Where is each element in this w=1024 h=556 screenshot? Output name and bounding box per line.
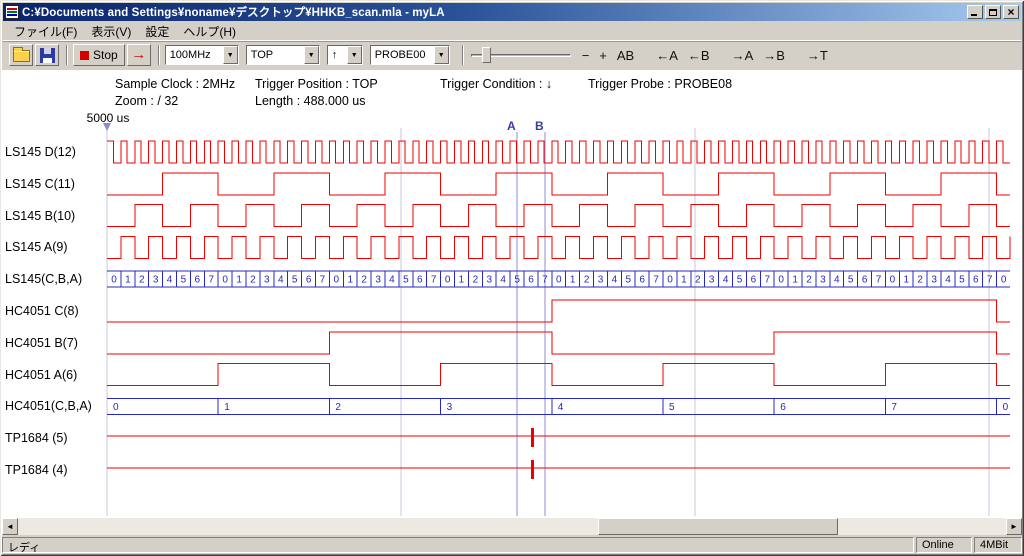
status-bar: レディ Online 4MBit	[2, 537, 1022, 553]
channel-label-hc4051-c[interactable]: HC4051 C(8)	[5, 303, 104, 319]
sample-rate-select[interactable]: 100MHz ▼	[165, 45, 239, 65]
open-file-button[interactable]	[9, 44, 33, 66]
menu-settings[interactable]: 設定	[138, 22, 176, 41]
status-memory-badge: 4MBit	[974, 537, 1022, 553]
channel-label-ls145-b[interactable]: LS145 B(10)	[5, 208, 104, 224]
trigger-edge-select[interactable]: ↑ ▼	[327, 45, 363, 65]
trigger-position-value: TOP	[247, 49, 304, 61]
trigger-probe-info: Trigger Probe : PROBE08	[588, 77, 732, 91]
goto-trigger-button[interactable]: →T	[802, 46, 833, 65]
channel-label-ls145-c[interactable]: LS145 C(11)	[5, 176, 104, 192]
chevron-down-icon[interactable]: ▼	[304, 46, 319, 64]
menu-bar: ファイル(F) 表示(V) 設定 ヘルプ(H)	[3, 22, 1021, 40]
channel-label-ls145-d[interactable]: LS145 D(12)	[5, 144, 104, 160]
run-button[interactable]: →	[127, 44, 151, 66]
toolbar: Stop → 100MHz ▼ TOP ▼ ↑ ▼ PROBE00 ▼ − + …	[3, 40, 1021, 69]
sample-rate-value: 100MHz	[166, 49, 223, 61]
toolbar-separator	[158, 45, 160, 65]
time-scale-label: 5000 us	[82, 111, 134, 125]
maximize-icon	[989, 9, 997, 16]
channel-label-tp1684-4[interactable]: TP1684 (4)	[5, 462, 104, 478]
save-floppy-icon	[40, 48, 55, 63]
channel-label-hc4051-bus[interactable]: HC4051(C,B,A)	[5, 398, 104, 414]
channel-label-ls145-a[interactable]: LS145 A(9)	[5, 239, 104, 255]
status-ready-text: レディ	[2, 537, 914, 553]
chevron-down-icon[interactable]: ▼	[434, 46, 449, 64]
chevron-down-icon[interactable]: ▼	[223, 46, 238, 64]
trigger-position-info: Trigger Position : TOP	[255, 77, 378, 91]
zoom-slider[interactable]	[471, 45, 571, 65]
minimize-button[interactable]	[967, 5, 983, 19]
title-bar[interactable]: C:¥Documents and Settings¥noname¥デスクトップ¥…	[3, 3, 1021, 21]
zoom-info: Zoom : / 32	[115, 94, 178, 108]
app-icon	[5, 5, 19, 19]
maximize-button[interactable]	[985, 5, 1001, 19]
channel-label-hc4051-a[interactable]: HC4051 A(6)	[5, 367, 104, 383]
run-arrow-icon: →	[131, 48, 146, 62]
scrollbar-thumb[interactable]	[598, 518, 838, 535]
channel-label-tp1684-5[interactable]: TP1684 (5)	[5, 430, 104, 446]
toolbar-separator	[66, 45, 68, 65]
zoom-out-button[interactable]: −	[577, 46, 595, 65]
menu-help[interactable]: ヘルプ(H)	[176, 22, 243, 41]
trigger-edge-value: ↑	[328, 49, 347, 61]
stop-icon	[80, 51, 89, 60]
sample-clock-info: Sample Clock : 2MHz	[115, 77, 235, 91]
save-button[interactable]	[35, 44, 59, 66]
menu-file[interactable]: ファイル(F)	[7, 22, 84, 41]
scroll-right-button[interactable]: ►	[1006, 518, 1022, 535]
trigger-condition-info: Trigger Condition : ↓	[440, 77, 552, 91]
marker-a-right-button[interactable]: →A	[727, 46, 759, 65]
zoom-in-button[interactable]: +	[594, 46, 612, 65]
status-online-badge: Online	[916, 537, 972, 553]
probe-value: PROBE00	[371, 49, 434, 61]
probe-select[interactable]: PROBE00 ▼	[370, 45, 450, 65]
scroll-left-icon: ◄	[6, 522, 14, 531]
menu-view[interactable]: 表示(V)	[84, 22, 138, 41]
chevron-down-icon[interactable]: ▼	[347, 46, 362, 64]
scroll-left-button[interactable]: ◄	[2, 518, 18, 535]
scroll-right-icon: ►	[1010, 522, 1018, 531]
marker-a-left-button[interactable]: ←A	[651, 46, 683, 65]
waveform-plot-area[interactable]	[2, 70, 1022, 518]
length-info: Length : 488.000 us	[255, 94, 366, 108]
trigger-position-select[interactable]: TOP ▼	[246, 45, 320, 65]
app-window: C:¥Documents and Settings¥noname¥デスクトップ¥…	[0, 0, 1024, 556]
marker-b-left-button[interactable]: ←B	[683, 46, 715, 65]
channel-label-hc4051-b[interactable]: HC4051 B(7)	[5, 335, 104, 351]
marker-b-right-button[interactable]: →B	[758, 46, 790, 65]
open-folder-icon	[13, 50, 30, 62]
toolbar-separator	[462, 45, 464, 65]
horizontal-scrollbar[interactable]: ◄ ►	[2, 518, 1022, 535]
stop-button[interactable]: Stop	[73, 44, 125, 66]
channel-label-ls145-bus[interactable]: LS145(C,B,A)	[5, 271, 104, 287]
ab-span-button[interactable]: AB	[612, 46, 639, 65]
zoom-slider-thumb[interactable]	[482, 47, 491, 63]
close-icon: ×	[1007, 7, 1014, 17]
window-title: C:¥Documents and Settings¥noname¥デスクトップ¥…	[22, 4, 967, 20]
stop-label: Stop	[93, 48, 118, 62]
close-button[interactable]: ×	[1003, 5, 1019, 19]
minimize-icon	[971, 14, 977, 16]
